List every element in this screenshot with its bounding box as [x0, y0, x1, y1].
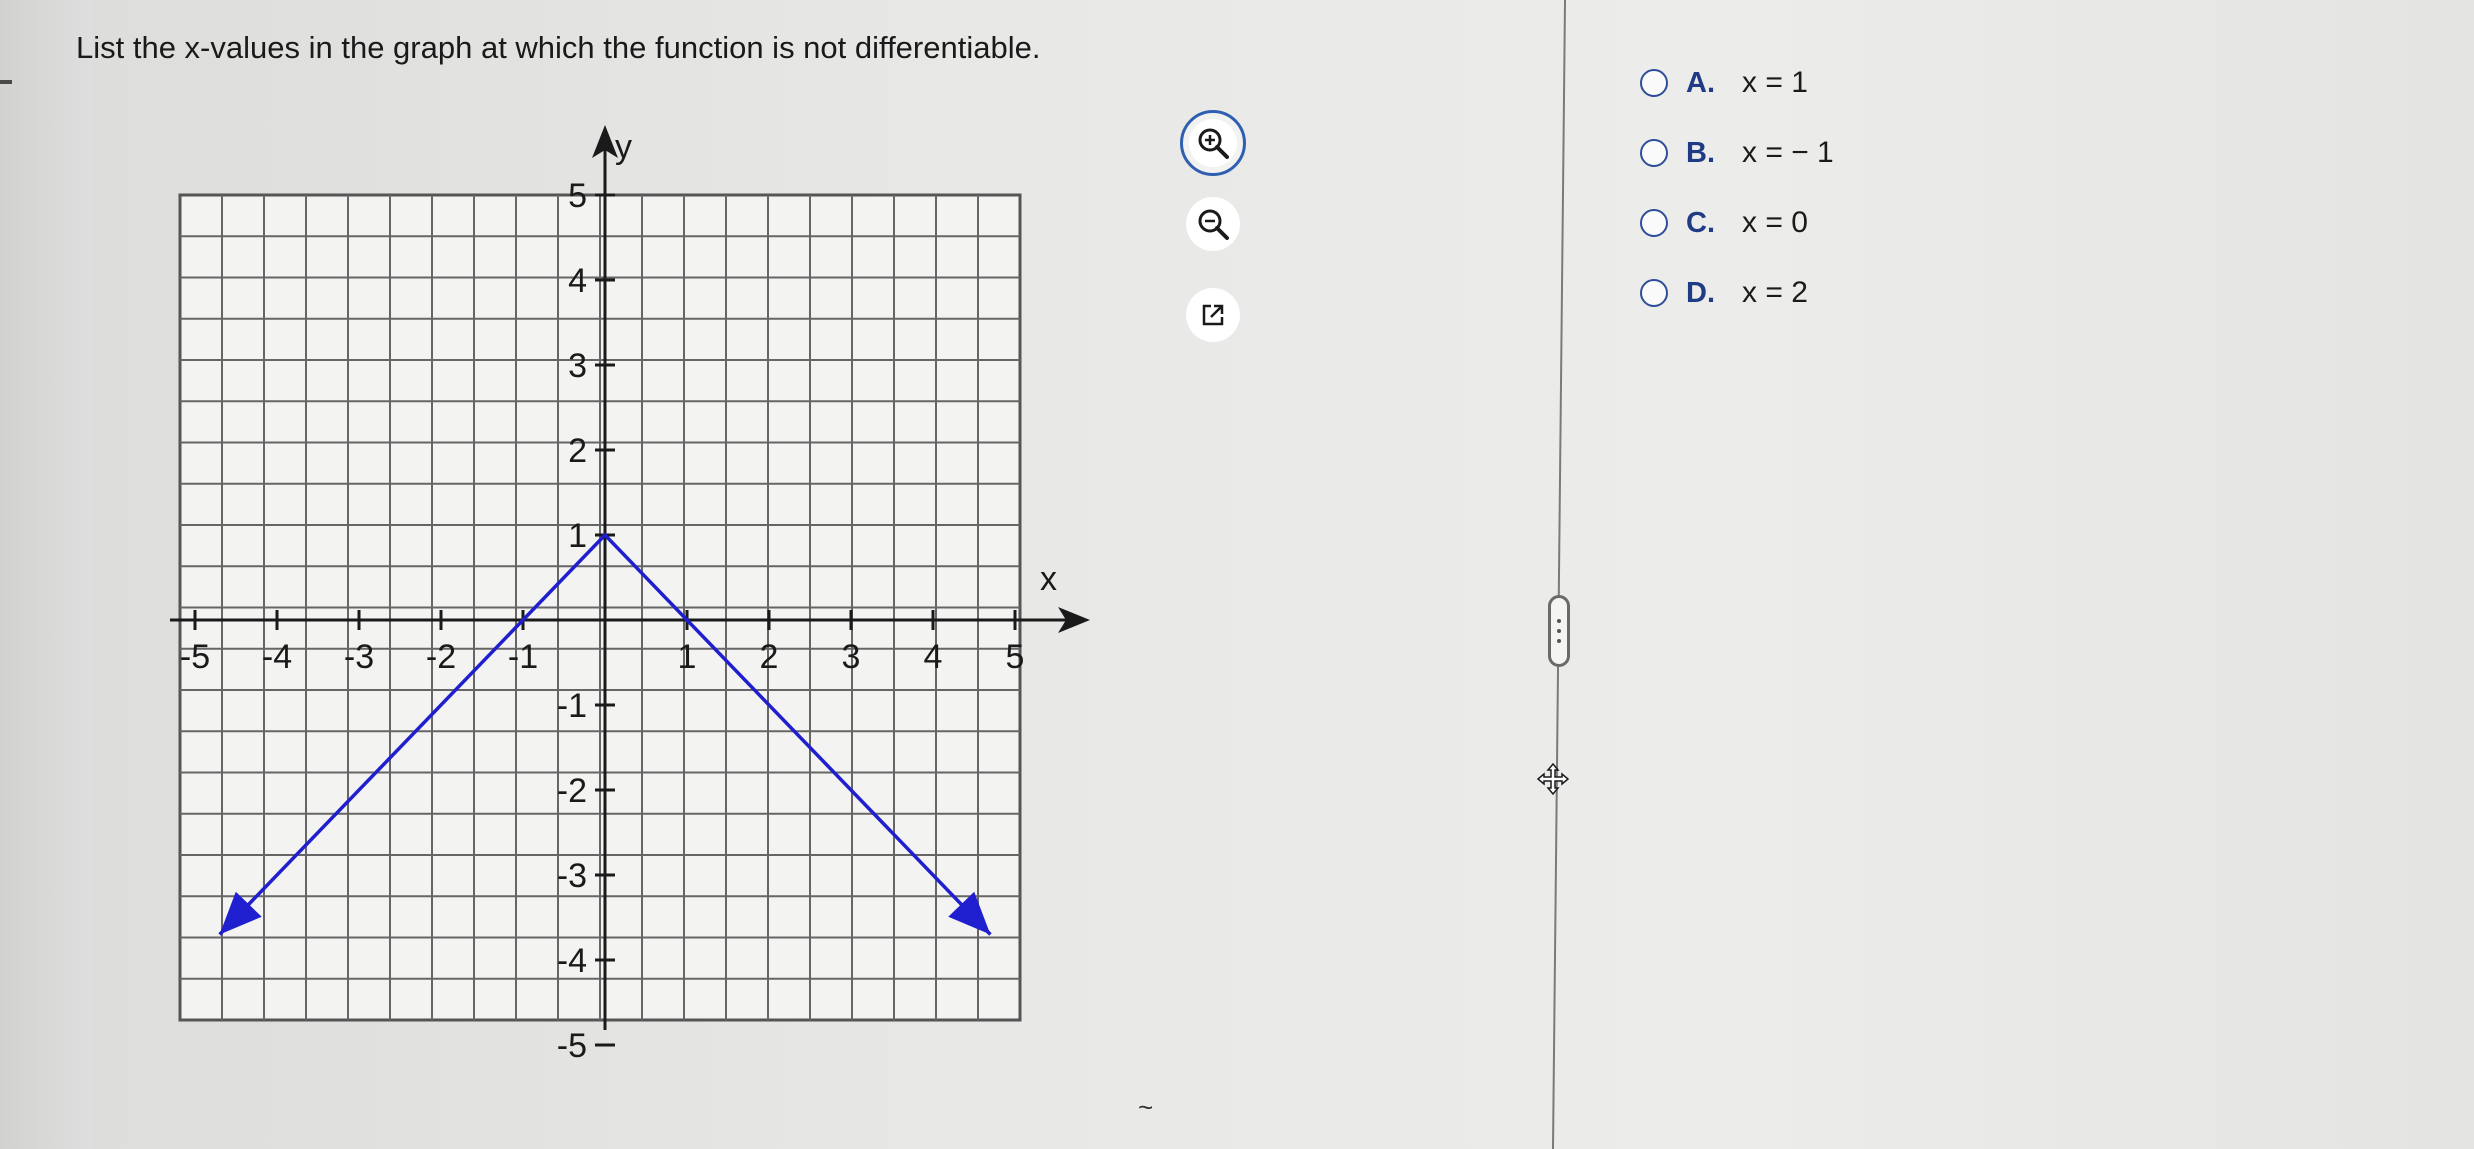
option-letter: B.: [1686, 136, 1715, 169]
option-text: x = 2: [1742, 276, 1808, 309]
zoom-in-icon: [1198, 128, 1229, 159]
grid-lines: [178, 193, 1022, 1022]
option-letter: A.: [1686, 66, 1715, 99]
x-tick-label: 3: [842, 638, 861, 676]
radio-button[interactable]: [1640, 209, 1668, 237]
divider-drag-handle[interactable]: [1548, 595, 1570, 667]
panel-divider: [1551, 0, 1567, 1149]
option-letter: C.: [1686, 206, 1715, 239]
y-tick-label: -5: [557, 1027, 587, 1065]
y-tick-label: -1: [557, 687, 587, 725]
option-a[interactable]: A. x = 1: [1640, 48, 1834, 118]
function-graph: x y -5 -4 -3 -2 -1 1 2 3 4 5 5 4 3 2 1 -1 -2 -3 -4 -5: [170, 125, 1090, 1065]
zoom-out-icon: [1198, 209, 1229, 240]
answer-options: A. x = 1 B. x = − 1 C. x = 0 D. x = 2: [1640, 48, 1834, 328]
x-tick-label: -1: [508, 638, 538, 676]
x-tick-label: -5: [180, 638, 210, 676]
option-letter: D.: [1686, 276, 1715, 309]
y-tick-label: 3: [568, 347, 587, 385]
external-window-icon: [1202, 304, 1224, 326]
option-text: x = 1: [1742, 66, 1808, 99]
x-tick-label: -3: [344, 638, 374, 676]
stray-mark: ~: [1138, 1092, 1154, 1122]
radio-button[interactable]: [1640, 69, 1668, 97]
y-tick-label: 2: [568, 432, 587, 470]
y-tick-label: -4: [557, 942, 587, 980]
option-text: x = 0: [1742, 206, 1808, 239]
move-cursor-icon: [1536, 762, 1570, 796]
y-tick-label: -3: [557, 857, 587, 895]
y-tick-label: 4: [568, 262, 587, 300]
x-tick-label: 2: [760, 638, 779, 676]
radio-button[interactable]: [1640, 139, 1668, 167]
x-axis-label: x: [1040, 560, 1057, 598]
zoom-out-button[interactable]: [1186, 197, 1240, 251]
option-b[interactable]: B. x = − 1: [1640, 118, 1834, 188]
option-text: x = − 1: [1742, 136, 1834, 169]
zoom-in-button[interactable]: [1180, 110, 1246, 176]
y-tick-label: -2: [557, 772, 587, 810]
x-tick-label: 1: [678, 638, 697, 676]
option-d[interactable]: D. x = 2: [1640, 258, 1834, 328]
open-in-new-window-button[interactable]: [1186, 288, 1240, 342]
x-tick-label: -4: [262, 638, 292, 676]
x-tick-label: 4: [924, 638, 943, 676]
y-tick-label: 5: [568, 177, 587, 215]
y-tick-label: 1: [568, 517, 587, 555]
option-c[interactable]: C. x = 0: [1640, 188, 1834, 258]
radio-button[interactable]: [1640, 279, 1668, 307]
y-axis-label: y: [615, 128, 632, 166]
x-tick-label: 5: [1006, 638, 1025, 676]
x-tick-label: -2: [426, 638, 456, 676]
